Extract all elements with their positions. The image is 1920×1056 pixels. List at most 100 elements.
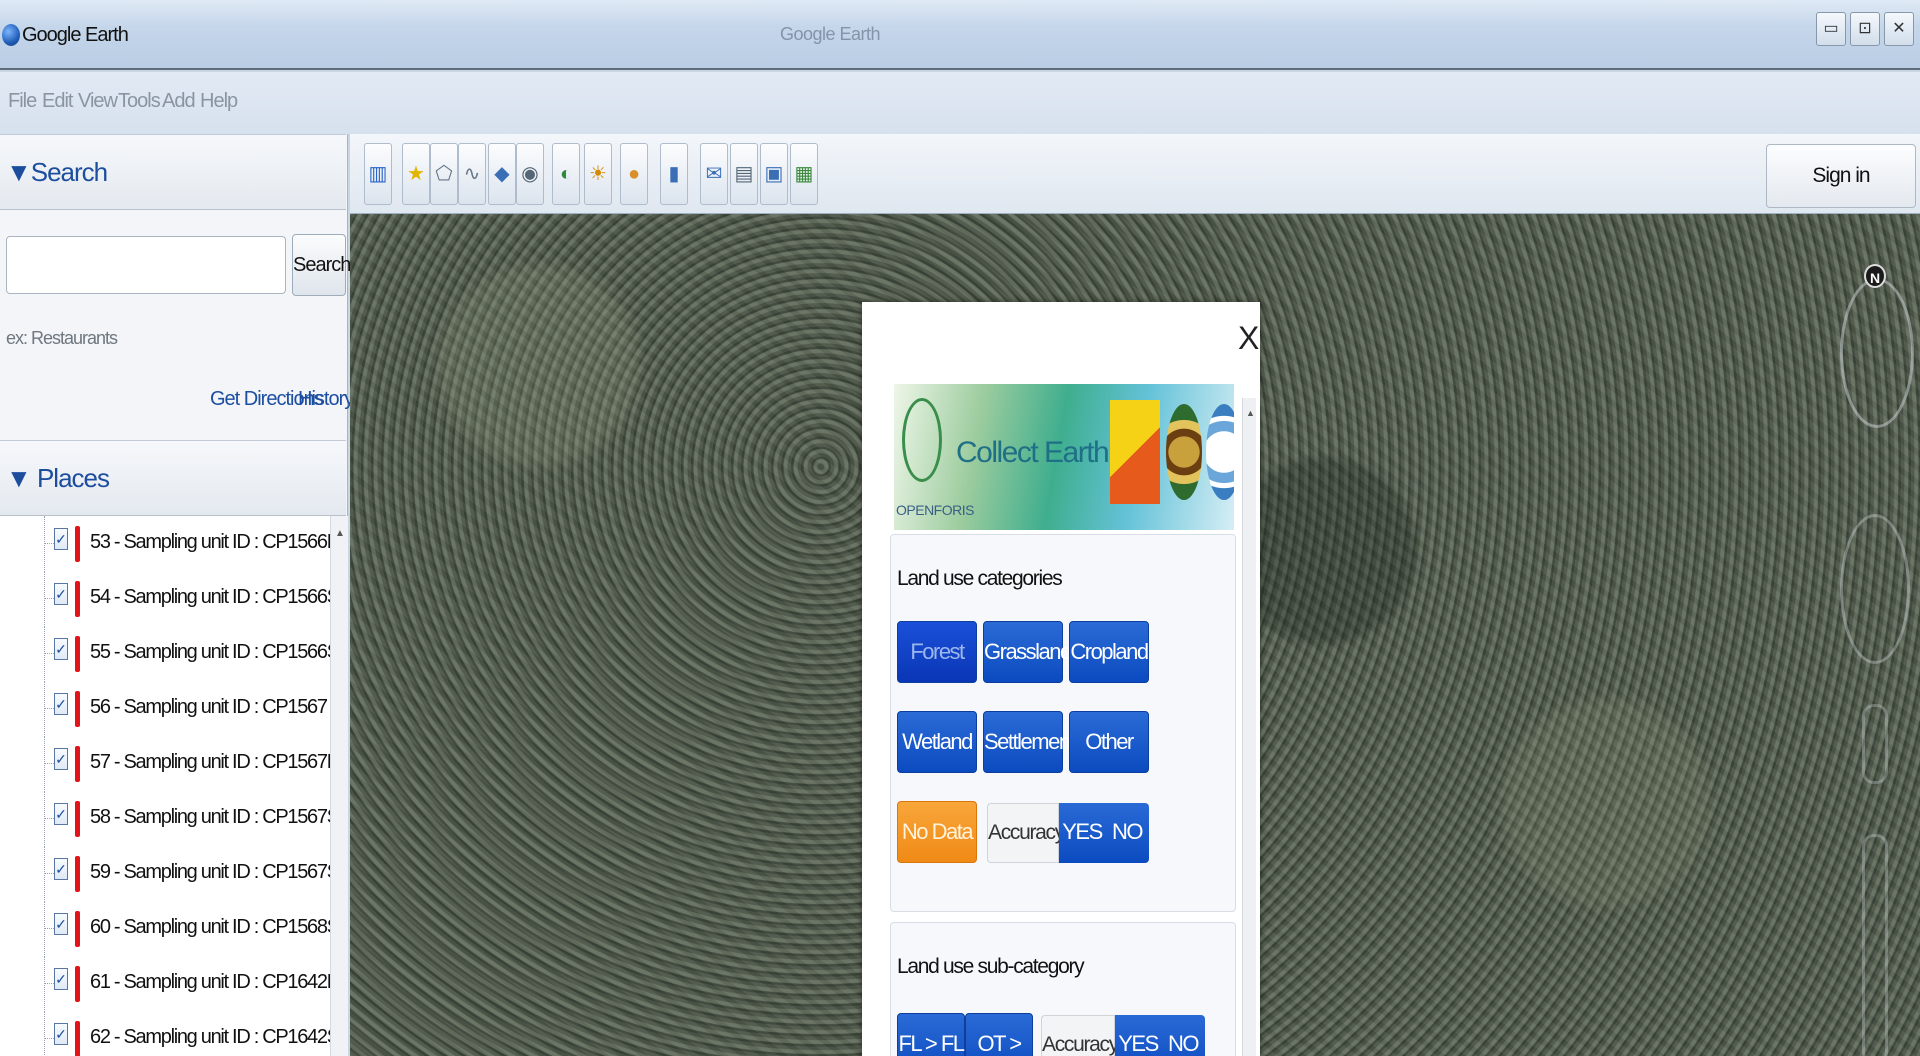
place-list-item[interactable]: ✓ 54 - Sampling unit ID : CP1566S <box>0 571 330 625</box>
sidebar-toggle-icon[interactable]: ▥ <box>364 143 392 205</box>
banner-title: Collect Earth <box>956 436 1110 469</box>
popup-close-button[interactable]: X <box>1238 320 1259 357</box>
place-label[interactable]: 56 - Sampling unit ID : CP1567 <box>90 696 328 719</box>
place-checkbox[interactable]: ✓ <box>54 913 68 935</box>
tree-line <box>44 818 54 819</box>
place-list-item[interactable]: ✓ 55 - Sampling unit ID : CP1566SE <box>0 626 330 680</box>
place-list-item[interactable]: ✓ 60 - Sampling unit ID : CP1568S <box>0 901 330 955</box>
place-list-item[interactable]: ✓ 57 - Sampling unit ID : CP1567E <box>0 736 330 790</box>
collect-earth-banner: Collect Earth OPENFORIS <box>894 384 1234 530</box>
place-label[interactable]: 57 - Sampling unit ID : CP1567E <box>90 751 330 774</box>
national-emblem-icon <box>1166 404 1202 500</box>
place-label[interactable]: 62 - Sampling unit ID : CP1642SE <box>90 1026 330 1049</box>
menu-tools[interactable]: Tools <box>118 90 161 113</box>
fao-logo-icon <box>1206 404 1234 500</box>
place-checkbox[interactable]: ✓ <box>54 748 68 770</box>
look-control-icon[interactable] <box>1840 514 1910 664</box>
history-link[interactable]: History <box>298 388 354 411</box>
subcategory-no-button[interactable]: NO <box>1161 1015 1205 1056</box>
search-button[interactable]: Search <box>292 234 351 296</box>
menu-add[interactable]: Add <box>162 90 196 113</box>
place-label[interactable]: 58 - Sampling unit ID : CP1567S <box>90 806 330 829</box>
email-icon[interactable]: ✉ <box>700 143 728 205</box>
place-list-item[interactable]: ✓ 61 - Sampling unit ID : CP1642E <box>0 956 330 1010</box>
menu-help[interactable]: Help <box>200 90 238 113</box>
tree-line <box>44 598 54 599</box>
maximize-button[interactable]: ⊡ <box>1850 12 1880 46</box>
placemark-flag-icon <box>75 636 80 672</box>
bhutan-flag-icon <box>1110 400 1160 504</box>
search-hint: ex: Restaurants <box>6 328 118 348</box>
place-list-item[interactable]: ✓ 53 - Sampling unit ID : CP1566E <box>0 516 330 570</box>
settlement-button[interactable]: Settlement <box>983 711 1076 773</box>
add-overlay-icon[interactable]: ◆ <box>488 143 516 205</box>
place-label[interactable]: 53 - Sampling unit ID : CP1566E <box>90 531 330 554</box>
place-checkbox[interactable]: ✓ <box>54 1023 68 1045</box>
place-list-item[interactable]: ✓ 58 - Sampling unit ID : CP1567S <box>0 791 330 845</box>
zoom-slider[interactable] <box>1862 834 1888 1056</box>
scroll-up-icon[interactable]: ▲ <box>1246 408 1255 418</box>
compass-ring-icon[interactable] <box>1840 278 1914 428</box>
view-in-maps-icon[interactable]: ▦ <box>790 143 818 205</box>
switch-planet-icon[interactable]: ● <box>620 143 648 205</box>
place-list-item[interactable]: ✓ 59 - Sampling unit ID : CP1567SE <box>0 846 330 900</box>
minimize-button[interactable]: ▭ <box>1816 12 1846 46</box>
menu-file[interactable]: File <box>8 90 37 113</box>
forest-button[interactable]: Forest <box>897 621 977 683</box>
placemark-flag-icon <box>75 911 80 947</box>
popup-scrollbar[interactable]: ▲ <box>1242 398 1256 1056</box>
search-panel-title: ▼Search <box>6 157 108 187</box>
place-checkbox[interactable]: ✓ <box>54 858 68 880</box>
other-button[interactable]: Other <box>1069 711 1149 773</box>
record-tour-icon[interactable]: ◉ <box>516 143 544 205</box>
search-input[interactable] <box>6 236 286 294</box>
scroll-up-icon[interactable]: ▲ <box>335 528 345 539</box>
place-checkbox[interactable]: ✓ <box>54 803 68 825</box>
sunlight-icon[interactable]: ☀ <box>584 143 612 205</box>
place-list-item[interactable]: ✓ 62 - Sampling unit ID : CP1642SE <box>0 1011 330 1056</box>
places-panel-header[interactable]: ▼ Places <box>0 440 346 516</box>
add-placemark-icon[interactable]: ★ <box>402 143 430 205</box>
place-label[interactable]: 59 - Sampling unit ID : CP1567SE <box>90 861 330 884</box>
subcategory-yes-button[interactable]: YES <box>1115 1015 1161 1056</box>
land-use-subcategory-title: Land use sub-category <box>897 955 1085 978</box>
place-checkbox[interactable]: ✓ <box>54 583 68 605</box>
add-path-icon[interactable]: ∿ <box>458 143 486 205</box>
accuracy-no-button[interactable]: NO <box>1105 803 1149 863</box>
place-checkbox[interactable]: ✓ <box>54 528 68 550</box>
close-window-button[interactable]: ✕ <box>1884 12 1914 46</box>
place-label[interactable]: 54 - Sampling unit ID : CP1566S <box>90 586 330 609</box>
menu-edit[interactable]: Edit <box>42 90 73 113</box>
place-checkbox[interactable]: ✓ <box>54 968 68 990</box>
menu-view[interactable]: View <box>78 90 118 113</box>
tree-line <box>44 983 54 984</box>
collect-earth-popup: X ▲ Collect Earth OPENFORIS Land use cat… <box>862 302 1260 1056</box>
search-panel-header[interactable]: ▼Search <box>0 134 346 210</box>
accuracy-yes-button[interactable]: YES <box>1059 803 1105 863</box>
ruler-icon[interactable]: ▮ <box>660 143 688 205</box>
place-checkbox[interactable]: ✓ <box>54 693 68 715</box>
place-list-item[interactable]: ✓ 56 - Sampling unit ID : CP1567 <box>0 681 330 735</box>
subcategory-option-fl-fl[interactable]: FL > FL <box>897 1013 965 1056</box>
sign-in-button[interactable]: Sign in <box>1766 144 1916 208</box>
navigation-compass[interactable]: N <box>1836 264 1920 506</box>
grassland-button[interactable]: Grassland <box>983 621 1072 683</box>
add-polygon-icon[interactable]: ⬠ <box>430 143 458 205</box>
placemark-flag-icon <box>75 801 80 837</box>
save-image-icon[interactable]: ▣ <box>760 143 788 205</box>
historical-imagery-icon[interactable]: ◐ <box>552 143 580 205</box>
wetland-button[interactable]: Wetland <box>897 711 977 773</box>
place-label[interactable]: 60 - Sampling unit ID : CP1568S <box>90 916 330 939</box>
no-data-button[interactable]: No Data <box>897 801 977 863</box>
places-scrollbar[interactable]: ▲ <box>330 516 348 1056</box>
tree-line <box>44 1011 45 1056</box>
place-label[interactable]: 61 - Sampling unit ID : CP1642E <box>90 971 330 994</box>
cropland-button[interactable]: Cropland <box>1069 621 1149 683</box>
placemark-flag-icon <box>75 746 80 782</box>
subcategory-option-ot-fl[interactable]: OT > FL <box>965 1013 1033 1056</box>
north-indicator-icon[interactable]: N <box>1864 264 1886 288</box>
print-icon[interactable]: ▤ <box>730 143 758 205</box>
place-label[interactable]: 55 - Sampling unit ID : CP1566SE <box>90 641 330 664</box>
street-view-pegman-icon[interactable] <box>1862 704 1888 784</box>
place-checkbox[interactable]: ✓ <box>54 638 68 660</box>
